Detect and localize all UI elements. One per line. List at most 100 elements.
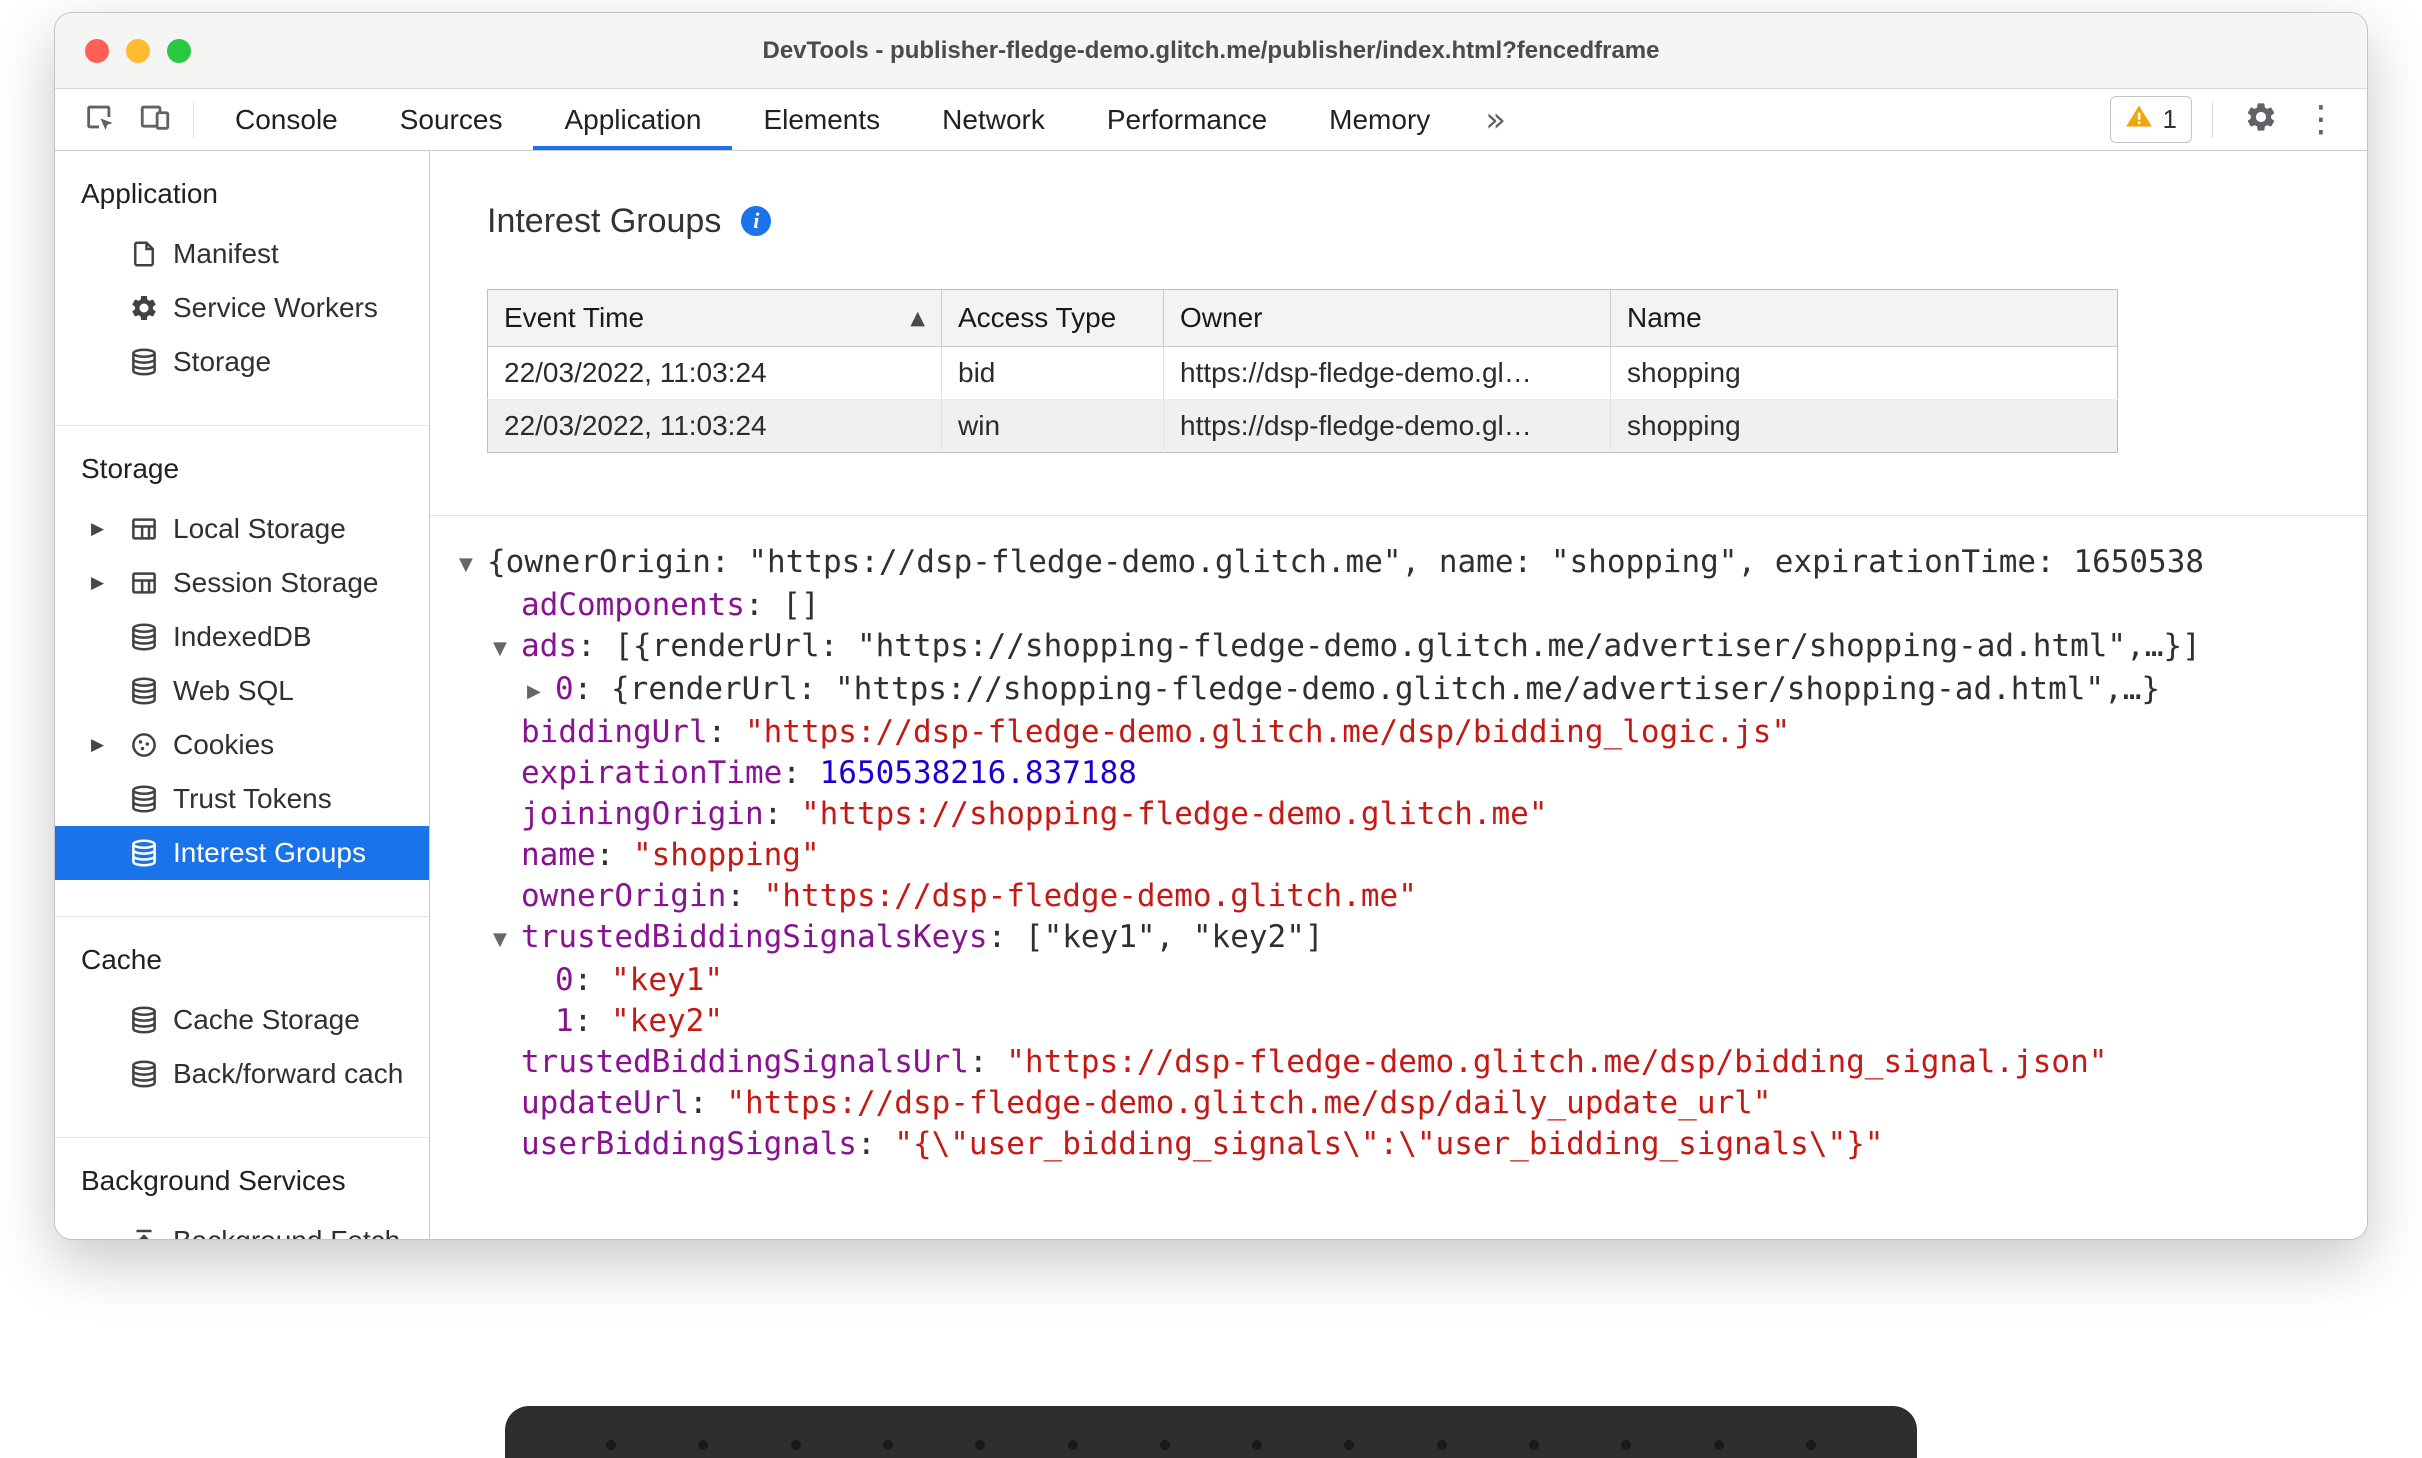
tree-token-key: name	[521, 837, 596, 873]
sidebar-section-background-services: Background Services Background Fetch	[55, 1137, 429, 1239]
titlebar: DevTools - publisher-fledge-demo.glitch.…	[55, 13, 2367, 89]
sidebar-item-storage[interactable]: Storage	[55, 335, 429, 389]
toolbar-right: 1 ⋮	[2109, 89, 2343, 150]
table-icon	[129, 568, 159, 598]
table-cell: 22/03/2022, 11:03:24	[487, 346, 942, 400]
tree-line[interactable]: updateUrl: "https://dsp-fledge-demo.glit…	[430, 1083, 2367, 1124]
column-header-owner[interactable]: Owner	[1163, 289, 1611, 347]
sidebar-item-local-storage[interactable]: ▶ Local Storage	[55, 502, 429, 556]
table-row[interactable]: 22/03/2022, 11:03:24 win https://dsp-fledg…	[487, 399, 2118, 453]
tree-token-string: "https://dsp-fledge-demo.glitch.me"	[763, 878, 1417, 914]
sidebar-item-manifest[interactable]: Manifest	[55, 227, 429, 281]
tree-line[interactable]: 1: "key2"	[430, 1001, 2367, 1042]
tree-token-key: expirationTime	[521, 755, 783, 791]
page-title: Interest Groups	[487, 201, 722, 240]
expand-arrow-icon[interactable]: ▶	[91, 519, 129, 539]
expand-arrow-icon[interactable]: ▶	[527, 671, 555, 712]
tab-sources[interactable]: Sources	[369, 89, 534, 150]
collapse-arrow-icon[interactable]: ▼	[459, 544, 487, 585]
panel-tabs: Console Sources Application Elements Network…	[204, 89, 1461, 150]
table-cell: win	[941, 399, 1164, 453]
tree-token-plain: :	[856, 1126, 895, 1162]
settings-button[interactable]	[2233, 100, 2289, 139]
desktop-background: DevTools - publisher-fledge-demo.glitch.…	[0, 0, 2422, 1458]
dock-dot	[1252, 1440, 1263, 1450]
minimize-button[interactable]	[126, 38, 150, 63]
column-header-access-type[interactable]: Access Type	[941, 289, 1164, 347]
device-toolbar-button[interactable]	[127, 89, 183, 150]
tree-line[interactable]: ▼ {ownerOrigin: "https://dsp-fledge-demo.…	[430, 542, 2367, 585]
column-header-label: Name	[1627, 302, 1702, 333]
database-icon	[129, 784, 159, 814]
collapse-arrow-icon[interactable]: ▼	[493, 919, 521, 960]
table-cell: 22/03/2022, 11:03:24	[487, 399, 942, 453]
expand-arrow-icon[interactable]: ▶	[91, 735, 129, 755]
database-icon	[129, 838, 159, 868]
menu-button[interactable]: ⋮	[2299, 99, 2343, 140]
tree-token-string: "https://dsp-fledge-demo.glitch.me/dsp/b…	[1006, 1044, 2108, 1080]
tree-line[interactable]: name: "shopping"	[430, 835, 2367, 876]
kebab-menu-icon: ⋮	[2303, 99, 2339, 140]
tree-token-key: 0	[555, 962, 574, 998]
tab-performance[interactable]: Performance	[1076, 89, 1298, 150]
sidebar-item-label: Local Storage	[173, 513, 346, 544]
collapse-arrow-icon[interactable]: ▼	[493, 628, 521, 669]
sidebar-item-indexeddb[interactable]: IndexedDB	[55, 610, 429, 664]
tab-memory[interactable]: Memory	[1298, 89, 1461, 150]
column-header-label: Owner	[1180, 302, 1263, 333]
tree-line[interactable]: expirationTime: 1650538216.837188	[430, 753, 2367, 794]
tab-console[interactable]: Console	[204, 89, 369, 150]
tree-line[interactable]: trustedBiddingSignalsUrl: "https://dsp-f…	[430, 1042, 2367, 1083]
sidebar-item-trust-tokens[interactable]: Trust Tokens	[55, 772, 429, 826]
tab-application[interactable]: Application	[533, 89, 733, 150]
section-header-application: Application	[81, 178, 218, 209]
sidebar-item-label: Interest Groups	[173, 837, 366, 868]
sidebar-item-label: Service Workers	[173, 292, 378, 323]
column-header-name[interactable]: Name	[1610, 289, 2118, 347]
sidebar-item-label: Cache Storage	[173, 1004, 360, 1035]
sidebar-item-background-fetch[interactable]: Background Fetch	[55, 1214, 429, 1239]
tree-line[interactable]: ownerOrigin: "https://dsp-fledge-demo.gl…	[430, 876, 2367, 917]
dock-dot	[1159, 1440, 1170, 1450]
tree-line[interactable]: ▼ ads: [{renderUrl: "https://shopping-fle…	[430, 626, 2367, 669]
json-tree: ▼ {ownerOrigin: "https://dsp-fledge-demo.…	[430, 515, 2367, 1165]
dock-dot	[1713, 1440, 1724, 1450]
close-button[interactable]	[85, 38, 109, 63]
zoom-button[interactable]	[167, 38, 191, 63]
more-tabs-button[interactable]: »	[1461, 89, 1530, 150]
issues-badge[interactable]: 1	[2109, 96, 2192, 143]
tree-line[interactable]: adComponents: []	[430, 585, 2367, 626]
cookie-icon	[129, 730, 159, 760]
tree-token-plain: : [{renderUrl: "https://shopping-fledge-…	[577, 628, 2201, 664]
sidebar-item-session-storage[interactable]: ▶ Session Storage	[55, 556, 429, 610]
tree-line[interactable]: ▶ 0: {renderUrl: "https://shopping-fledge…	[430, 669, 2367, 712]
devtools-window: DevTools - publisher-fledge-demo.glitch.…	[54, 12, 2368, 1240]
expand-arrow-icon[interactable]: ▶	[91, 573, 129, 593]
tree-line[interactable]: ▼ trustedBiddingSignalsKeys: ["key1", "ke…	[430, 917, 2367, 960]
sidebar-item-cookies[interactable]: ▶ Cookies	[55, 718, 429, 772]
column-header-event-time[interactable]: Event Time ▲	[487, 289, 942, 347]
column-header-label: Access Type	[958, 302, 1117, 333]
sidebar-item-interest-groups[interactable]: Interest Groups	[55, 826, 429, 880]
tree-line[interactable]: joiningOrigin: "https://shopping-fledge-…	[430, 794, 2367, 835]
tree-token-key: 1	[555, 1003, 574, 1039]
info-icon[interactable]: i	[741, 206, 772, 236]
tree-line[interactable]: 0: "key1"	[430, 960, 2367, 1001]
tree-line[interactable]: userBiddingSignals: "{\"user_bidding_sig…	[430, 1124, 2367, 1165]
tree-token-key: biddingUrl	[521, 714, 708, 750]
tab-network[interactable]: Network	[911, 89, 1076, 150]
tree-token-key: adComponents	[521, 587, 745, 623]
fetch-icon	[129, 1226, 159, 1239]
macos-dock[interactable]	[505, 1406, 1917, 1458]
sidebar-item-cache-storage[interactable]: Cache Storage	[55, 993, 429, 1047]
tree-token-plain: :	[573, 962, 611, 998]
sidebar-item-service-workers[interactable]: Service Workers	[55, 281, 429, 335]
inspect-button[interactable]	[71, 89, 127, 150]
tree-line[interactable]: biddingUrl: "https://dsp-fledge-demo.gli…	[430, 712, 2367, 753]
sidebar-item-web-sql[interactable]: Web SQL	[55, 664, 429, 718]
database-icon	[129, 622, 159, 652]
table-row[interactable]: 22/03/2022, 11:03:24 bid https://dsp-fledg…	[487, 346, 2118, 400]
toolbar-separator	[193, 101, 194, 138]
tab-elements[interactable]: Elements	[732, 89, 911, 150]
sidebar-item-back-forward-cach[interactable]: Back/forward cach	[55, 1047, 429, 1101]
